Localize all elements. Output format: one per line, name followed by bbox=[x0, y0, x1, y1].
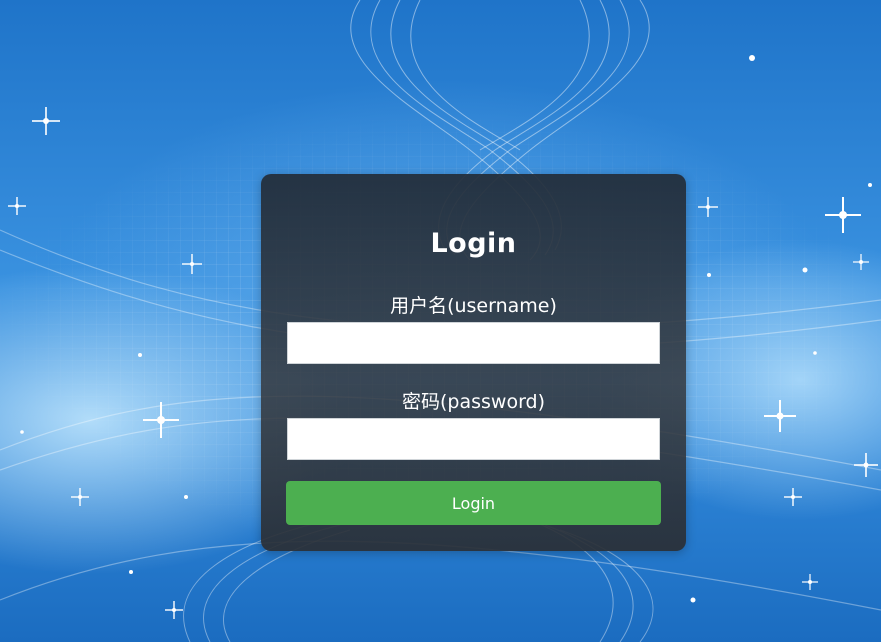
username-input[interactable] bbox=[287, 322, 660, 364]
username-label: 用户名(username) bbox=[390, 295, 557, 317]
login-panel: Login 用户名(username) 密码(password) Login bbox=[261, 174, 686, 551]
login-title: Login bbox=[430, 228, 517, 259]
password-input[interactable] bbox=[287, 418, 660, 460]
password-label: 密码(password) bbox=[401, 391, 546, 413]
login-button[interactable]: Login bbox=[286, 481, 661, 525]
